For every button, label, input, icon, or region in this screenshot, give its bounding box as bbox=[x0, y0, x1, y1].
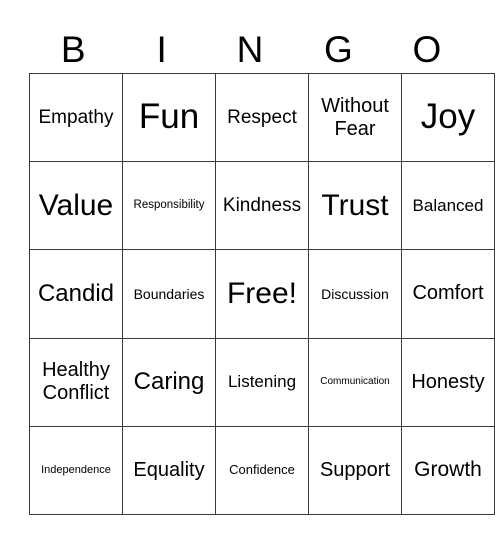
bingo-cell: Balanced bbox=[401, 161, 495, 251]
header-letter-n: N bbox=[236, 29, 264, 70]
bingo-cell: Honesty bbox=[401, 337, 495, 427]
bingo-cell: Growth bbox=[401, 425, 495, 516]
bingo-cell: Joy bbox=[401, 72, 495, 163]
grid-row: Independence Equality Confidence Support… bbox=[29, 425, 495, 516]
bingo-cell: Trust bbox=[308, 161, 402, 251]
bingo-cell: Caring bbox=[122, 337, 216, 427]
grid-row: Empathy Fun Respect Without Fear Joy bbox=[29, 72, 495, 163]
bingo-cell: Independence bbox=[29, 425, 123, 516]
bingo-cell: Boundaries bbox=[122, 249, 216, 339]
bingo-cell: Comfort bbox=[401, 249, 495, 339]
bingo-header: B I N G O bbox=[29, 28, 471, 72]
bingo-cell: Value bbox=[29, 161, 123, 251]
bingo-grid: Empathy Fun Respect Without Fear Joy Val… bbox=[29, 72, 495, 516]
header-letter-g: G bbox=[324, 29, 353, 70]
bingo-cell: Listening bbox=[215, 337, 309, 427]
bingo-cell: Candid bbox=[29, 249, 123, 339]
bingo-cell: Fun bbox=[122, 72, 216, 163]
bingo-cell: Respect bbox=[215, 72, 309, 163]
bingo-cell: Healthy Conflict bbox=[29, 337, 123, 427]
bingo-cell: Without Fear bbox=[308, 72, 402, 163]
grid-row: Healthy Conflict Caring Listening Commun… bbox=[29, 337, 495, 427]
header-letter-i: I bbox=[156, 29, 167, 70]
bingo-cell: Kindness bbox=[215, 161, 309, 251]
header-letter-o: O bbox=[412, 29, 442, 70]
bingo-cell: Discussion bbox=[308, 249, 402, 339]
grid-row: Candid Boundaries Free! Discussion Comfo… bbox=[29, 249, 495, 339]
bingo-cell free-space: Free! bbox=[215, 249, 309, 339]
bingo-cell: Support bbox=[308, 425, 402, 516]
bingo-cell: Responsibility bbox=[122, 161, 216, 251]
bingo-cell: Confidence bbox=[215, 425, 309, 516]
header-letter-b: B bbox=[60, 29, 86, 70]
grid-row: Value Responsibility Kindness Trust Bala… bbox=[29, 161, 495, 251]
bingo-cell: Communication bbox=[308, 337, 402, 427]
bingo-cell: Equality bbox=[122, 425, 216, 516]
bingo-cell: Empathy bbox=[29, 72, 123, 163]
